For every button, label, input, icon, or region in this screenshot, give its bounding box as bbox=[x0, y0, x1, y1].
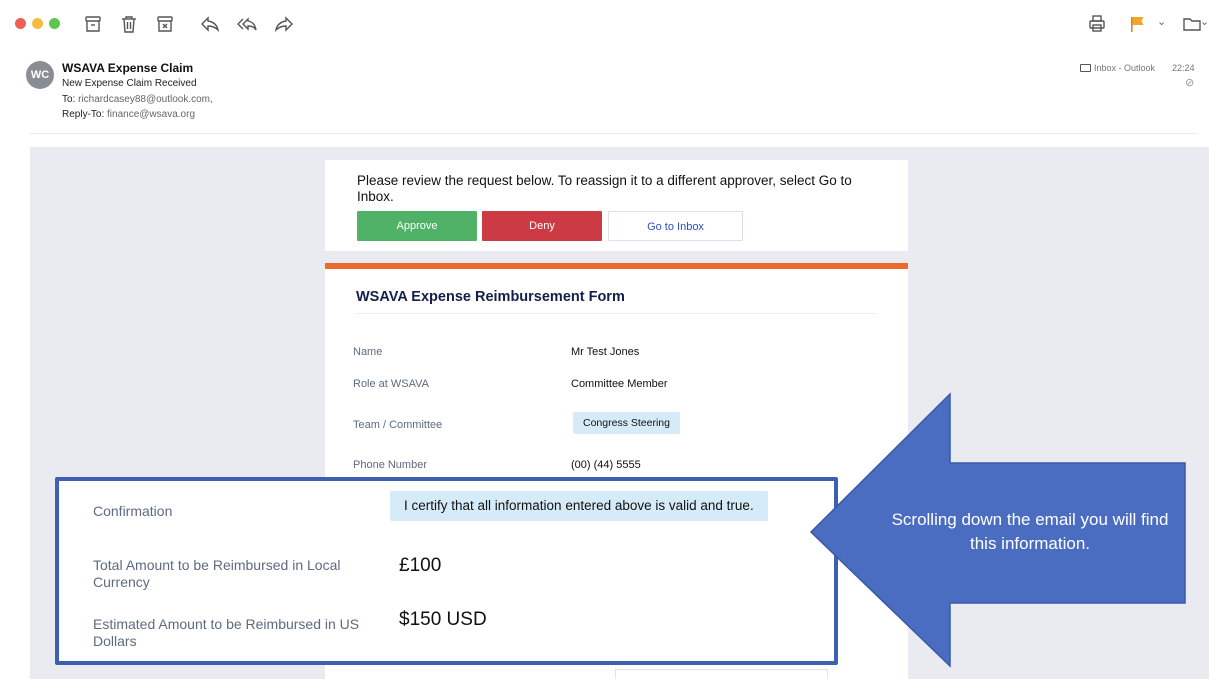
to-address[interactable]: richardcasey88@outlook.com, bbox=[78, 94, 213, 105]
role-value: Committee Member bbox=[571, 378, 668, 390]
folder-icon bbox=[1080, 64, 1091, 72]
local-amount-value: £100 bbox=[399, 555, 442, 576]
junk-icon[interactable] bbox=[153, 12, 177, 36]
name-value: Mr Test Jones bbox=[571, 346, 640, 358]
move-options-chevron-down-icon[interactable]: ⌄ bbox=[1200, 15, 1209, 31]
trash-icon[interactable] bbox=[117, 12, 141, 36]
approval-notice: Please review the request below. To reas… bbox=[325, 160, 908, 251]
team-tag: Congress Steering bbox=[573, 412, 680, 434]
flag-icon[interactable] bbox=[1125, 12, 1149, 36]
reply-to-line: Reply-To: finance@wsava.org bbox=[62, 109, 195, 120]
name-label: Name bbox=[353, 346, 383, 358]
phone-label: Phone Number bbox=[353, 459, 427, 471]
forward-icon[interactable] bbox=[272, 12, 296, 36]
maximize-window-button[interactable] bbox=[49, 18, 60, 29]
avatar: WC bbox=[26, 61, 54, 89]
received-time: 22:24 bbox=[1172, 63, 1195, 73]
local-amount-label: Total Amount to be Reimbursed in Local C… bbox=[93, 557, 341, 590]
team-label: Team / Committee bbox=[353, 419, 443, 431]
confirmation-value: I certify that all information entered a… bbox=[390, 491, 768, 521]
form-divider bbox=[356, 313, 876, 314]
partially-visible-button[interactable] bbox=[615, 669, 828, 679]
arrow-annotation-text: Scrolling down the email you will find t… bbox=[891, 510, 1169, 553]
notice-text: Please review the request below. To reas… bbox=[357, 173, 852, 204]
approve-button[interactable]: Approve bbox=[357, 211, 477, 241]
sender-name: WSAVA Expense Claim bbox=[62, 61, 194, 75]
archive-icon[interactable] bbox=[81, 12, 105, 36]
to-line: To: richardcasey88@outlook.com, bbox=[62, 94, 213, 105]
highlight-callout-box: Confirmation I certify that all informat… bbox=[55, 477, 838, 665]
folder-name: Inbox - Outlook bbox=[1094, 63, 1156, 73]
email-subject: New Expense Claim Received bbox=[62, 78, 197, 89]
reply-to-key: Reply-To: bbox=[62, 109, 105, 120]
reply-to-address[interactable]: finance@wsava.org bbox=[107, 109, 195, 120]
close-window-button[interactable] bbox=[15, 18, 26, 29]
usd-amount-value: $150 USD bbox=[399, 609, 487, 630]
flag-options-chevron-down-icon[interactable]: ⌄ bbox=[1157, 15, 1169, 31]
go-to-inbox-button[interactable]: Go to Inbox bbox=[608, 211, 743, 241]
deny-button[interactable]: Deny bbox=[482, 211, 602, 241]
form-title: WSAVA Expense Reimbursement Form bbox=[356, 289, 625, 305]
print-icon[interactable] bbox=[1085, 12, 1109, 36]
header-divider bbox=[30, 133, 1198, 134]
phone-value: (00) (44) 5555 bbox=[571, 459, 641, 471]
folder-label[interactable]: Inbox - Outlook bbox=[1080, 63, 1155, 73]
reply-icon[interactable] bbox=[198, 12, 222, 36]
reply-all-icon[interactable] bbox=[235, 12, 259, 36]
toolbar: ⌄ ⌄ bbox=[0, 0, 1209, 48]
minimize-window-button[interactable] bbox=[32, 18, 43, 29]
role-label: Role at WSAVA bbox=[353, 378, 430, 390]
confirmation-label: Confirmation bbox=[93, 503, 173, 519]
to-key: To: bbox=[62, 94, 76, 105]
usd-amount-label: Estimated Amount to be Reimbursed in US … bbox=[93, 616, 360, 649]
attachment-icon[interactable]: ⊘ bbox=[1185, 76, 1194, 89]
